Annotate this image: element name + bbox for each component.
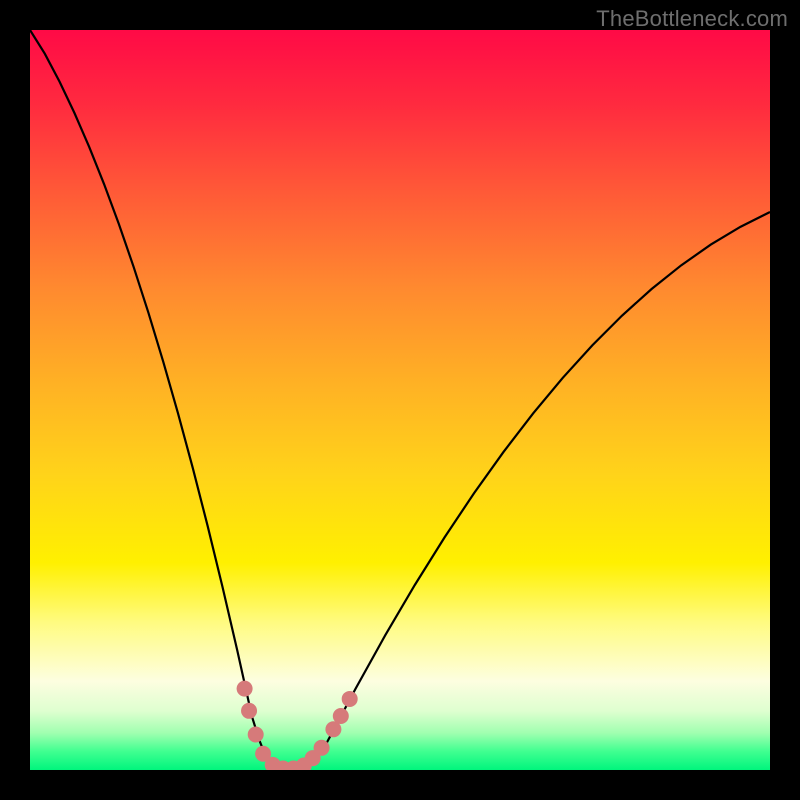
marker-point [342,691,358,707]
watermark-text: TheBottleneck.com [596,6,788,32]
marker-point [333,708,349,724]
chart-frame: TheBottleneck.com [0,0,800,800]
bottleneck-curve [30,30,770,770]
marker-point [248,726,264,742]
marker-point [314,740,330,756]
chart-svg [30,30,770,770]
marker-point [237,681,253,697]
plot-area [30,30,770,770]
marker-point [241,703,257,719]
